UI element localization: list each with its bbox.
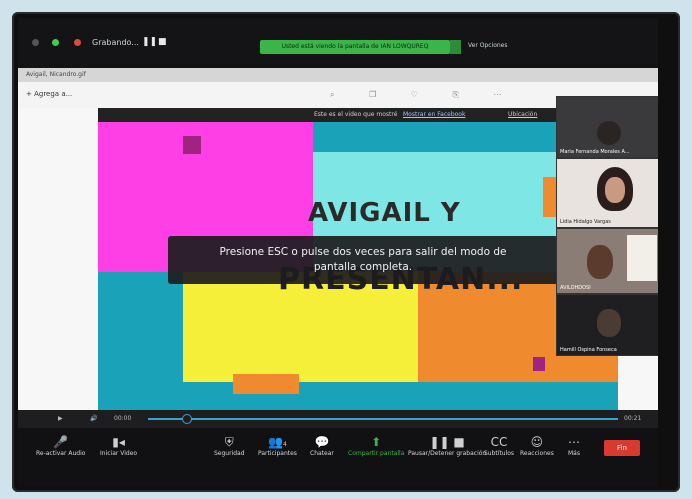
participants-count: 4 [283, 441, 287, 448]
stop-recording-icon[interactable]: ■ [158, 37, 167, 47]
fullscreen-exit-toast: Presione ESC o pulse dos veces para sali… [168, 236, 558, 284]
browser-tool-icons[interactable]: ⌕ ❐ ♡ ⎘ ⋯ [330, 90, 517, 100]
slide-title-line1: AVIGAIL Y [308, 198, 461, 228]
play-icon[interactable]: ▶ [58, 415, 63, 422]
security-button[interactable]: ⛨ Seguridad [214, 434, 245, 457]
media-controls: ▶ 🔊 00:00 00:21 [18, 410, 658, 428]
pause-stop-icon: ❚❚ ■ [429, 435, 465, 449]
banner-status-icon[interactable] [450, 40, 461, 54]
participant-name: Lidia Hidalgo Vargas [560, 219, 611, 225]
reactions-label: Reacciones [520, 450, 554, 457]
fullscreen-text: Este es el video que mostré [314, 111, 398, 118]
more-icon: ⋯ [568, 435, 580, 449]
unmute-button[interactable]: 🎤 Re-activar Audio [36, 434, 85, 457]
seek-track[interactable] [148, 418, 618, 420]
slide-block-purple [183, 136, 201, 154]
toast-line2: pantalla completa. [313, 261, 413, 273]
browser-tab[interactable]: Avigail, Nicandro.gif [18, 68, 658, 82]
zoom-toolbar: 🎤 Re-activar Audio ▮◂ Iniciar Video ⛨ Se… [18, 428, 658, 486]
share-banner: Usted está viendo la pantalla de IAN LOW… [260, 40, 450, 54]
slide-block-orange-bar [233, 374, 299, 394]
share-screen-label: Compartir pantalla [348, 450, 405, 457]
add-to-button[interactable]: + Agrega a... [26, 90, 72, 98]
total-time: 00:21 [624, 415, 642, 422]
current-time: 00:00 [114, 415, 132, 422]
chat-button[interactable]: 💬 Chatear [310, 434, 334, 457]
pause-recording-icon[interactable]: ❚❚ [142, 37, 157, 47]
participant-name: Maria Fernanda Morales A... [560, 149, 630, 155]
view-options-button[interactable]: Ver Opciones [468, 42, 508, 49]
participants-button[interactable]: 👥4 Participantes [258, 434, 297, 457]
share-screen-icon: ⬆ [371, 435, 382, 449]
more-button[interactable]: ⋯ Más [568, 434, 580, 457]
share-screen-button[interactable]: ⬆ Compartir pantalla [348, 434, 404, 457]
slide-block-orange-small [543, 177, 557, 217]
volume-icon[interactable]: 🔊 [90, 415, 97, 422]
participants-label: Participantes [258, 450, 297, 457]
participant-tile[interactable]: Hamill Ospina Fonseca [556, 294, 658, 356]
unmute-label: Re-activar Audio [36, 450, 86, 457]
recording-label: Grabando... [92, 38, 139, 47]
subtitles-button[interactable]: CC Subtítulos [484, 434, 514, 457]
window-green-dot[interactable] [52, 39, 59, 46]
screen: Grabando... ❚❚ ■ Usted está viendo la pa… [18, 18, 658, 486]
video-label: Iniciar Video [100, 450, 138, 457]
chat-label: Chatear [310, 450, 334, 457]
add-to-label: Agrega a... [34, 90, 73, 98]
participant-gallery: Maria Fernanda Morales A... Lidia Hidalg… [556, 96, 658, 386]
pause-recording-label: Pausar/Detener grabación [408, 450, 487, 457]
record-icon [74, 39, 81, 46]
participants-icon: 👥4 [268, 435, 287, 449]
participant-tile[interactable]: Lidia Hidalgo Vargas [556, 158, 658, 228]
slide-block-magenta-small [533, 357, 545, 371]
window-red-dot[interactable] [32, 39, 39, 46]
pause-recording-button[interactable]: ❚❚ ■ Pausar/Detener grabación [408, 434, 486, 457]
subtitles-label: Subtítulos [484, 450, 515, 457]
reactions-button[interactable]: ☺ Reacciones [520, 434, 554, 457]
toast-line1: Presione ESC o pulse dos veces para sali… [219, 246, 507, 258]
microphone-off-icon: 🎤 [53, 435, 69, 449]
fullscreen-link-facebook[interactable]: Mostrar en Facebook [403, 108, 465, 122]
zoom-top-bar: Grabando... ❚❚ ■ Usted está viendo la pa… [18, 18, 658, 68]
reactions-icon: ☺ [530, 435, 544, 449]
slide-block-teal-left [98, 272, 183, 412]
cc-icon: CC [490, 435, 508, 449]
participant-tile[interactable]: Maria Fernanda Morales A... [556, 96, 658, 158]
participant-tile[interactable]: AVILOHDOSI [556, 228, 658, 294]
fullscreen-info-bar: Este es el video que mostré Mostrar en F… [98, 108, 558, 122]
participant-name: Hamill Ospina Fonseca [560, 347, 617, 353]
end-meeting-button[interactable]: Fin [604, 440, 640, 456]
seek-knob[interactable] [182, 414, 192, 424]
shield-icon: ⛨ [224, 435, 234, 449]
chat-icon: 💬 [314, 435, 330, 449]
camera-icon: ▮◂ [112, 435, 125, 449]
more-label: Más [568, 450, 580, 457]
participant-name: AVILOHDOSI [560, 285, 591, 291]
fullscreen-link-location[interactable]: Ubicación [508, 108, 537, 122]
security-label: Seguridad [214, 450, 245, 457]
video-button[interactable]: ▮◂ Iniciar Video [100, 434, 137, 457]
